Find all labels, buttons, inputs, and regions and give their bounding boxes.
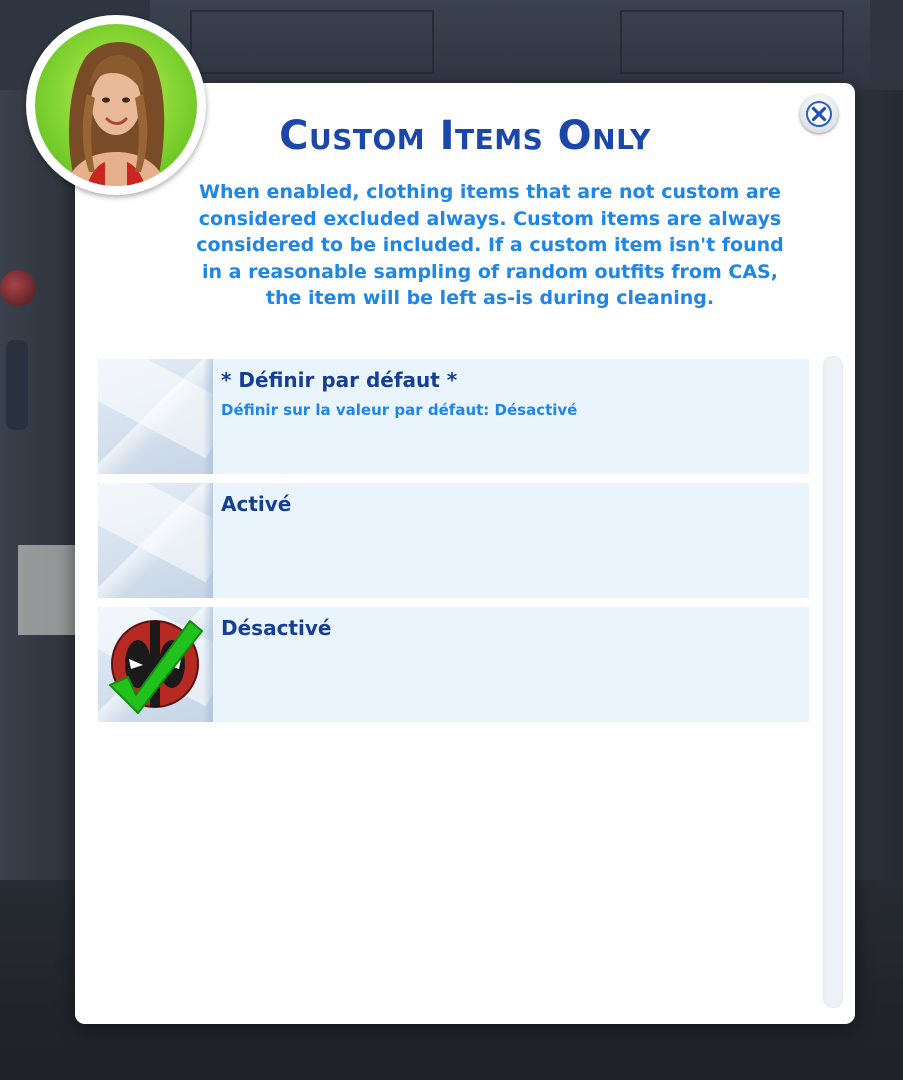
- option-sublabel: Définir sur la valeur par défaut: Désact…: [221, 401, 578, 419]
- option-label: Désactivé: [221, 616, 332, 640]
- checkmark-icon: [109, 620, 203, 714]
- vase-decoration: [6, 340, 28, 430]
- wall-panel: [150, 0, 870, 92]
- notebook-decoration: [18, 545, 76, 635]
- scrollbar[interactable]: [823, 356, 843, 1008]
- dialog-description: When enabled, clothing items that are no…: [196, 181, 784, 309]
- option-label: Activé: [221, 492, 292, 516]
- option-disabled[interactable]: Désactivé: [98, 607, 809, 722]
- deadpool-checkmark-icon: [98, 607, 213, 722]
- options-list: * Définir par défaut * Définir sur la va…: [98, 359, 809, 731]
- rose-decoration: [0, 270, 36, 306]
- settings-dialog: Custom Items Only When enabled, clothing…: [75, 83, 855, 1024]
- sim-avatar: [26, 15, 206, 195]
- option-set-default[interactable]: * Définir par défaut * Définir sur la va…: [98, 359, 809, 474]
- sim-portrait-icon: [65, 41, 167, 186]
- sim-portrait: [35, 24, 197, 186]
- option-enabled[interactable]: Activé: [98, 483, 809, 598]
- close-icon: [806, 101, 832, 127]
- blank-thumbnail-icon: [98, 359, 213, 474]
- close-button[interactable]: [800, 95, 838, 133]
- option-label: * Définir par défaut *: [221, 368, 458, 392]
- blank-thumbnail-icon: [98, 483, 213, 598]
